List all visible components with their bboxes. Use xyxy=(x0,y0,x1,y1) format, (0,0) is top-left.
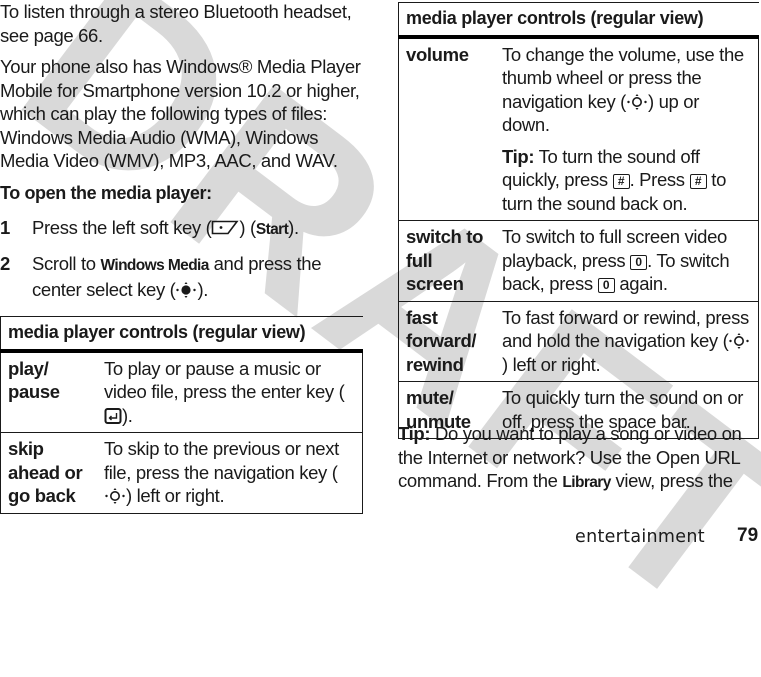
table-row: switch to full screen To switch to full … xyxy=(398,220,759,302)
control-description: To fast forward or rewind, press and hol… xyxy=(495,301,759,382)
step-text: Press the left soft key ( ) (Start). xyxy=(32,216,364,242)
table-header: media player controls (regular view) xyxy=(398,2,759,39)
table-row: play/ pause To play or pause a music or … xyxy=(0,350,363,433)
step-text-part: ). xyxy=(288,217,299,238)
left-soft-key-icon xyxy=(212,220,240,235)
step-text-part: Scroll to xyxy=(32,253,101,274)
description-text: again. xyxy=(614,273,668,294)
zero-key-icon: 0 xyxy=(597,278,615,293)
windows-media-ui-term: Windows Media xyxy=(100,257,209,274)
tip-label: Tip: xyxy=(398,423,431,444)
table-row: fast forward/ rewind To fast forward or … xyxy=(398,301,759,382)
table-row: skip ahead or go back To skip to the pre… xyxy=(0,432,363,514)
description-text: To change the volume, use the thumb whee… xyxy=(502,43,744,112)
control-label: switch to full screen xyxy=(398,220,495,302)
control-label: skip ahead or go back xyxy=(0,432,97,514)
step-text-part: ). xyxy=(197,278,209,300)
control-description: To change the volume, use the thumb whee… xyxy=(495,36,759,221)
step-2: 2 Scroll to Windows Media and press the … xyxy=(0,252,364,301)
open-url-tip: Tip: Do you want to play a song or video… xyxy=(398,422,760,495)
zero-key-icon: 0 xyxy=(630,254,648,270)
control-label: fast forward/ rewind xyxy=(398,301,495,382)
bluetooth-paragraph: To listen through a stereo Bluetooth hea… xyxy=(0,1,352,46)
table-header: media player controls (regular view) xyxy=(0,316,363,353)
control-description: To play or pause a music or video file, … xyxy=(97,350,363,433)
description-text: To skip to the previous or next file, pr… xyxy=(104,438,339,483)
enter-key-icon xyxy=(104,407,122,424)
navigation-key-icon xyxy=(729,333,750,349)
description-text: To fast forward or rewind, press and hol… xyxy=(502,306,749,352)
description-text: To play or pause a music or video file, … xyxy=(104,357,345,403)
open-media-player-heading: To open the media player: xyxy=(0,183,212,203)
tip-label: Tip: xyxy=(502,145,535,167)
library-ui-term: Library xyxy=(562,474,611,491)
control-label: play/ pause xyxy=(0,350,97,433)
tip-text: view, press the xyxy=(610,470,733,491)
center-select-key-icon xyxy=(176,281,197,298)
step-text-part: ) ( xyxy=(239,217,256,238)
step-number: 2 xyxy=(0,253,10,274)
pound-key-icon: # xyxy=(612,174,630,189)
table-row: volume To change the volume, use the thu… xyxy=(398,36,759,221)
description-text: ). xyxy=(122,404,133,426)
control-label: volume xyxy=(398,36,495,221)
media-controls-table-left: media player controls (regular view) pla… xyxy=(0,316,363,514)
navigation-key-icon xyxy=(105,488,125,504)
control-description: To skip to the previous or next file, pr… xyxy=(97,432,363,514)
volume-tip: Tip: To turn the sound off quickly, pres… xyxy=(502,145,751,216)
step-text-part: Press the left soft key ( xyxy=(32,217,212,238)
description-text: ) left or right. xyxy=(502,353,601,375)
media-player-paragraph: Your phone also has Windows® Media Playe… xyxy=(0,56,361,171)
pound-key-icon: # xyxy=(689,174,707,189)
description-text: ) left or right. xyxy=(126,485,225,506)
footer-section-name: entertainment xyxy=(575,527,705,547)
step-text: Scroll to Windows Media and press the ce… xyxy=(32,252,364,301)
media-controls-table-right: media player controls (regular view) vol… xyxy=(398,2,759,439)
page-number: 79 xyxy=(737,525,759,546)
start-ui-term: Start xyxy=(255,221,289,238)
table-header-row: media player controls (regular view) xyxy=(398,2,759,39)
navigation-key-icon xyxy=(627,93,647,110)
tip-text: . Press xyxy=(629,169,690,190)
table-header-row: media player controls (regular view) xyxy=(0,316,363,353)
control-description: To switch to full screen video playback,… xyxy=(495,220,759,302)
step-1: 1 Press the left soft key ( ) (Start). xyxy=(0,216,364,242)
step-number: 1 xyxy=(0,217,10,238)
